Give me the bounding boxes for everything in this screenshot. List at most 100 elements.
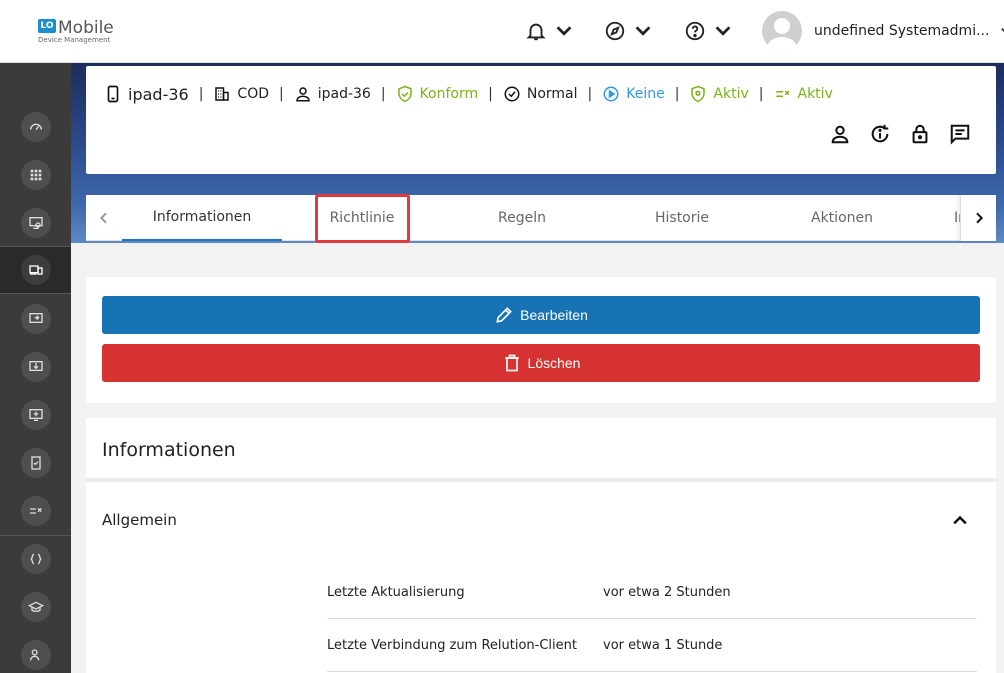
sidebar-item-code[interactable] bbox=[0, 536, 71, 582]
user-name: undefined Systemadmi... bbox=[814, 23, 990, 39]
sidebar-item-enroll[interactable] bbox=[0, 296, 71, 342]
user-item: ipad-36 bbox=[294, 85, 371, 103]
notifications-menu[interactable] bbox=[525, 18, 575, 44]
device-actions bbox=[812, 122, 972, 146]
shield-lock-icon bbox=[691, 85, 706, 103]
refresh-info-icon bbox=[871, 124, 889, 143]
delete-button[interactable]: Löschen bbox=[102, 344, 980, 382]
person-icon bbox=[295, 87, 310, 102]
state-item: Normal bbox=[503, 85, 578, 103]
phone-icon bbox=[107, 85, 119, 103]
chevron-down-icon bbox=[715, 26, 731, 36]
chevron-down-icon bbox=[556, 26, 572, 36]
help-menu[interactable] bbox=[684, 18, 734, 44]
protection-item: Aktiv bbox=[689, 85, 749, 103]
info-title: Informationen bbox=[102, 439, 236, 461]
sidebar-item-download[interactable] bbox=[0, 344, 71, 390]
app-logo[interactable]: LO Mobile Device Management bbox=[38, 18, 114, 44]
lock-icon bbox=[912, 124, 928, 144]
info-row: Letzte Verbindung zum Relution-Client vo… bbox=[327, 619, 977, 672]
chevron-down-icon bbox=[1001, 28, 1004, 32]
monitor-settings-icon bbox=[28, 217, 43, 229]
ownership-item: COD bbox=[213, 85, 269, 103]
device-summary-card: ipad-36 | COD | ipad-36 | Konform | Norm… bbox=[86, 66, 996, 174]
device-status-row: ipad-36 | COD | ipad-36 | Konform | Norm… bbox=[104, 82, 833, 106]
building-icon bbox=[215, 87, 230, 101]
tab-scroll-right[interactable] bbox=[960, 195, 996, 241]
rules-icon bbox=[29, 507, 42, 514]
sidebar-item-compliance[interactable] bbox=[0, 440, 71, 486]
info-row-value: vor etwa 1 Stunde bbox=[603, 637, 723, 653]
navigation-menu[interactable] bbox=[604, 18, 654, 44]
sidebar bbox=[0, 63, 71, 673]
device-state: Normal bbox=[526, 86, 578, 102]
info-row-value: vor etwa 2 Stunden bbox=[603, 584, 731, 600]
apps-grid-icon bbox=[30, 169, 41, 181]
dashboard-icon bbox=[29, 123, 42, 131]
refresh-info-button[interactable] bbox=[868, 122, 892, 146]
policy-item: Aktiv bbox=[774, 85, 833, 103]
tab-regeln[interactable]: Regeln bbox=[442, 195, 602, 241]
chevron-down-icon bbox=[635, 26, 651, 36]
chevron-up-icon[interactable] bbox=[950, 510, 970, 530]
chevron-left-icon bbox=[99, 212, 107, 224]
logo-title: Mobile bbox=[58, 18, 114, 38]
tab-informationen[interactable]: Informationen bbox=[122, 195, 282, 241]
edit-button[interactable]: Bearbeiten bbox=[102, 296, 980, 334]
download-icon bbox=[28, 361, 43, 371]
compass-icon bbox=[605, 21, 625, 41]
policy-status: Aktiv bbox=[797, 86, 833, 102]
play-circle-icon bbox=[603, 86, 619, 102]
information-card: Informationen Allgemein Letzte Aktualisi… bbox=[86, 418, 996, 673]
code-icon bbox=[29, 553, 42, 565]
sidebar-item-users[interactable] bbox=[0, 632, 71, 673]
info-row: Letzte Aktualisierung vor etwa 2 Stunden bbox=[327, 566, 977, 619]
sidebar-item-add-screen[interactable] bbox=[0, 392, 71, 438]
tab-partial[interactable]: In bbox=[938, 195, 962, 241]
info-row-label: Letzte Verbindung zum Relution-Client bbox=[327, 637, 577, 653]
top-bar: LO Mobile Device Management undefined Sy… bbox=[0, 0, 1004, 63]
compliance-item: Konform bbox=[396, 85, 479, 103]
lock-button[interactable] bbox=[908, 122, 932, 146]
tab-scroll-left[interactable] bbox=[86, 195, 122, 241]
device-tabs: Informationen Richtlinie Regeln Historie… bbox=[86, 195, 996, 241]
check-circle-icon bbox=[504, 86, 520, 102]
logo-badge: LO bbox=[38, 19, 56, 33]
education-icon bbox=[27, 601, 44, 612]
compliance-icon bbox=[30, 456, 41, 470]
sidebar-item-monitor-settings[interactable] bbox=[0, 200, 71, 246]
lost-mode-status: Keine bbox=[626, 86, 665, 102]
sidebar-item-rules[interactable] bbox=[0, 488, 71, 534]
tab-highlight-box bbox=[315, 194, 410, 243]
sidebar-item-dashboard[interactable] bbox=[0, 104, 71, 150]
chevron-right-icon bbox=[975, 212, 983, 224]
ownership-value: COD bbox=[237, 86, 269, 102]
action-card: Bearbeiten Löschen bbox=[86, 277, 996, 403]
enroll-device-icon bbox=[28, 313, 43, 323]
users-icon bbox=[29, 649, 39, 661]
tab-historie[interactable]: Historie bbox=[602, 195, 762, 241]
bell-icon bbox=[526, 23, 546, 41]
sidebar-item-apps[interactable] bbox=[0, 152, 71, 198]
device-user: ipad-36 bbox=[317, 86, 371, 102]
sidebar-item-education[interactable] bbox=[0, 584, 71, 630]
assign-user-button[interactable] bbox=[828, 122, 852, 146]
lost-mode-item: Keine bbox=[602, 85, 665, 103]
person-icon bbox=[831, 125, 849, 144]
logo-subtitle: Device Management bbox=[38, 36, 111, 44]
divider bbox=[86, 478, 996, 482]
avatar bbox=[762, 11, 802, 51]
protection-status: Aktiv bbox=[713, 86, 749, 102]
section-title-allgemein: Allgemein bbox=[102, 511, 177, 529]
tab-aktionen[interactable]: Aktionen bbox=[762, 195, 922, 241]
sidebar-item-devices[interactable] bbox=[0, 247, 71, 293]
edit-label: Bearbeiten bbox=[520, 307, 588, 323]
compliance-status: Konform bbox=[419, 86, 479, 102]
message-button[interactable] bbox=[948, 122, 972, 146]
pencil-icon bbox=[496, 307, 512, 323]
user-menu[interactable]: undefined Systemadmi... bbox=[762, 11, 1004, 51]
devices-icon bbox=[28, 265, 43, 275]
delete-label: Löschen bbox=[527, 355, 581, 371]
device-name-item: ipad-36 bbox=[104, 85, 189, 104]
device-name: ipad-36 bbox=[128, 84, 189, 104]
